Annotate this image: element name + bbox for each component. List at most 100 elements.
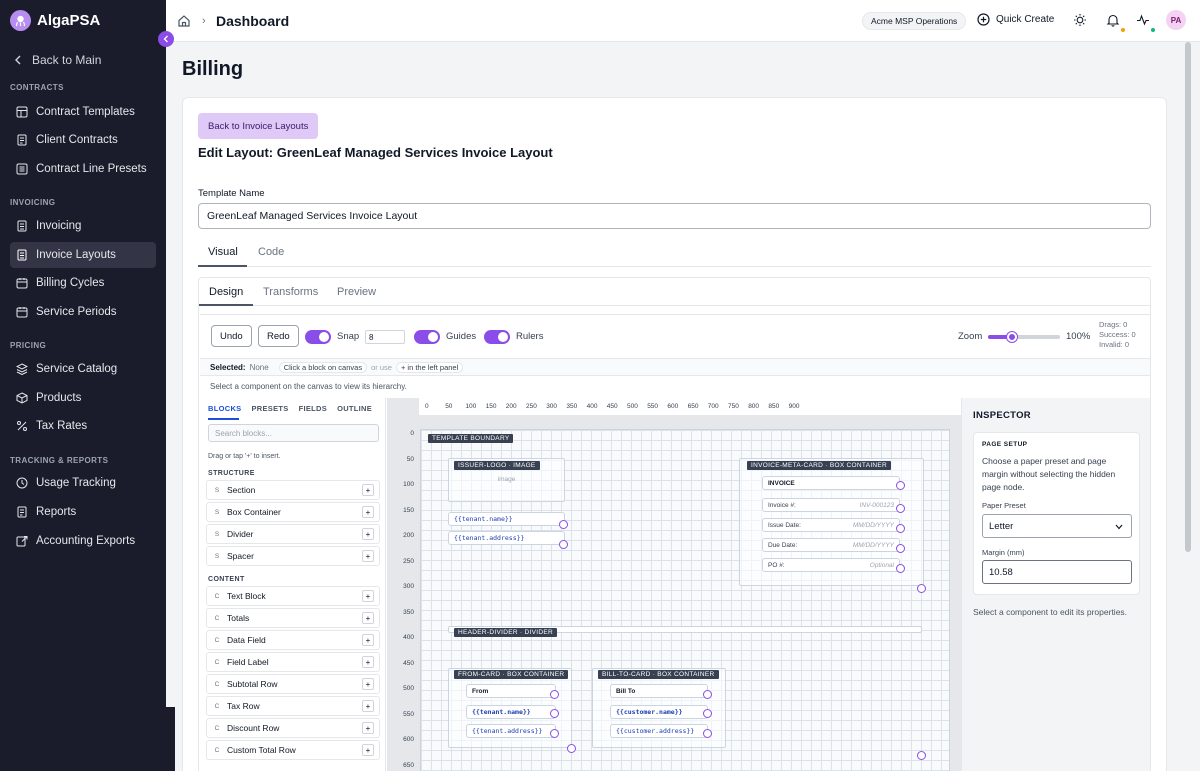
template-name-input[interactable]: GreenLeaf Managed Services Invoice Layou… — [198, 203, 1151, 229]
tenant-name-field[interactable]: {{tenant.name}} — [448, 512, 565, 526]
customer-name-field[interactable]: {{customer.name}} — [610, 705, 708, 719]
sidebar-item-accounting-exports[interactable]: Accounting Exports — [10, 528, 156, 554]
template-page[interactable]: TEMPLATE BOUNDARY image ISSUER-LOGO · IM… — [420, 429, 950, 771]
rulers-toggle[interactable] — [484, 330, 510, 344]
home-icon[interactable] — [177, 14, 191, 28]
tenant-badge[interactable]: Acme MSP Operations — [862, 12, 967, 30]
add-block-button[interactable]: + — [362, 590, 374, 602]
resize-handle[interactable] — [550, 690, 559, 699]
snap-size-input[interactable]: 8 — [365, 330, 405, 344]
resize-handle[interactable] — [917, 584, 926, 593]
sidebar-item-contract-templates[interactable]: Contract Templates — [10, 99, 156, 125]
sidebar-item-reports[interactable]: Reports — [10, 499, 156, 525]
resize-handle[interactable] — [703, 729, 712, 738]
palette-item[interactable]: C Data Field + — [206, 630, 380, 650]
invoice-heading-field[interactable]: INVOICE — [762, 476, 900, 490]
sidebar-item-invoice-layouts[interactable]: Invoice Layouts — [10, 242, 156, 268]
add-block-button[interactable]: + — [362, 744, 374, 756]
bill-to-label-field[interactable]: Bill To — [610, 684, 708, 698]
resize-handle[interactable] — [896, 504, 905, 513]
zoom-slider-handle[interactable] — [1006, 332, 1017, 342]
sidebar-item-invoicing[interactable]: Invoicing — [10, 213, 156, 239]
resize-handle[interactable] — [896, 524, 905, 533]
quick-create-button[interactable]: Quick Create — [977, 13, 1054, 26]
resize-handle[interactable] — [896, 481, 905, 490]
resize-handle[interactable] — [559, 540, 568, 549]
resize-handle[interactable] — [703, 709, 712, 718]
activity-pulse-icon[interactable] — [1136, 13, 1150, 27]
palette-tab-blocks[interactable]: BLOCKS — [208, 404, 241, 413]
add-block-button[interactable]: + — [362, 506, 374, 518]
palette-item[interactable]: C Tax Row + — [206, 696, 380, 716]
resize-handle[interactable] — [550, 729, 559, 738]
add-block-button[interactable]: + — [362, 656, 374, 668]
palette-item[interactable]: S Section + — [206, 480, 380, 500]
resize-handle[interactable] — [550, 709, 559, 718]
sidebar-item-service-periods[interactable]: Service Periods — [10, 299, 156, 325]
sidebar-item-client-contracts[interactable]: Client Contracts — [10, 127, 156, 153]
undo-button[interactable]: Undo — [211, 325, 252, 347]
add-block-button[interactable]: + — [362, 700, 374, 712]
back-to-invoice-layouts-button[interactable]: Back to Invoice Layouts — [198, 113, 319, 139]
add-block-button[interactable]: + — [362, 634, 374, 646]
sidebar-item-contract-line-presets[interactable]: Contract Line Presets — [10, 156, 156, 182]
tab-transforms[interactable]: Transforms — [263, 286, 318, 298]
add-block-button[interactable]: + — [362, 550, 374, 562]
meta-row-field[interactable]: Invoice #: INV-000123 — [762, 498, 900, 512]
customer-address-field[interactable]: {{customer.address}} — [610, 724, 708, 738]
back-to-main-link[interactable]: Back to Main — [14, 53, 101, 67]
tenant-address-field[interactable]: {{tenant.address}} — [448, 531, 565, 545]
meta-row-field[interactable]: Issue Date: MM/DD/YYYY — [762, 518, 900, 532]
palette-item[interactable]: C Field Label + — [206, 652, 380, 672]
resize-handle[interactable] — [896, 544, 905, 553]
resize-handle[interactable] — [559, 520, 568, 529]
resize-handle[interactable] — [896, 564, 905, 573]
palette-item[interactable]: C Totals + — [206, 608, 380, 628]
palette-item[interactable]: S Spacer + — [206, 546, 380, 566]
from-tenant-name-field[interactable]: {{tenant.name}} — [466, 705, 556, 719]
palette-tab-fields[interactable]: FIELDS — [299, 404, 327, 413]
collapse-sidebar-button[interactable] — [158, 31, 174, 47]
palette-item[interactable]: S Divider + — [206, 524, 380, 544]
meta-row-field[interactable]: PO #: Optional — [762, 558, 900, 572]
snap-toggle[interactable] — [305, 330, 331, 344]
page-scrollbar[interactable] — [1185, 42, 1191, 552]
resize-handle[interactable] — [917, 751, 926, 760]
theme-toggle-icon[interactable] — [1073, 13, 1087, 27]
palette-tab-presets[interactable]: PRESETS — [251, 404, 288, 413]
margin-input[interactable]: 10.58 — [982, 560, 1132, 584]
palette-item[interactable]: C Subtotal Row + — [206, 674, 380, 694]
sidebar-item-service-catalog[interactable]: Service Catalog — [10, 356, 156, 382]
palette-item[interactable]: C Text Block + — [206, 586, 380, 606]
tab-code[interactable]: Code — [258, 246, 284, 258]
palette-tab-outline[interactable]: OUTLINE — [337, 404, 372, 413]
palette-item[interactable]: C Custom Total Row + — [206, 740, 380, 760]
add-block-button[interactable]: + — [362, 484, 374, 496]
palette-item[interactable]: C Discount Row + — [206, 718, 380, 738]
add-block-button[interactable]: + — [362, 528, 374, 540]
resize-handle[interactable] — [703, 690, 712, 699]
brand[interactable]: AlgaPSA — [10, 10, 100, 31]
tab-preview[interactable]: Preview — [337, 286, 376, 298]
from-label-field[interactable]: From — [466, 684, 556, 698]
sidebar-item-tax-rates[interactable]: Tax Rates — [10, 413, 156, 439]
add-block-button[interactable]: + — [362, 678, 374, 690]
palette-item[interactable]: S Box Container + — [206, 502, 380, 522]
avatar[interactable]: PA — [1166, 10, 1186, 30]
tab-visual[interactable]: Visual — [208, 246, 238, 258]
sidebar-item-usage-tracking[interactable]: Usage Tracking — [10, 470, 156, 496]
sidebar-item-products[interactable]: Products — [10, 385, 156, 411]
redo-button[interactable]: Redo — [258, 325, 299, 347]
tab-design[interactable]: Design — [209, 286, 243, 298]
add-block-button[interactable]: + — [362, 722, 374, 734]
paper-preset-select[interactable]: Letter — [982, 514, 1132, 538]
block-search-input[interactable]: Search blocks... — [208, 424, 379, 442]
meta-row-field[interactable]: Due Date: MM/DD/YYYY — [762, 538, 900, 552]
bell-icon[interactable] — [1106, 13, 1120, 27]
guides-toggle[interactable] — [414, 330, 440, 344]
add-block-button[interactable]: + — [362, 612, 374, 624]
resize-handle[interactable] — [567, 744, 576, 753]
from-tenant-address-field[interactable]: {{tenant.address}} — [466, 724, 556, 738]
sidebar-item-billing-cycles[interactable]: Billing Cycles — [10, 270, 156, 296]
design-canvas[interactable]: 0 50 100 150 200 250 300 350 400 450 500 550 600 650 … — [387, 398, 961, 771]
